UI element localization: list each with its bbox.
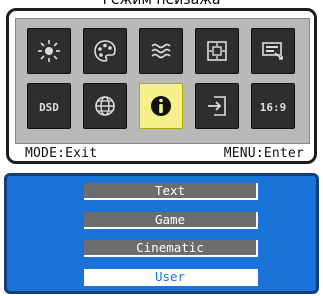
osd-main-panel: DSD 16:9 MODE:Exit MENU:Enter xyxy=(6,8,317,164)
noise-reduction-icon xyxy=(151,43,171,59)
tile-input[interactable] xyxy=(195,83,239,129)
footer-mode-exit: MODE:Exit xyxy=(25,146,98,161)
tile-color[interactable] xyxy=(83,28,127,74)
tile-dsd[interactable]: DSD xyxy=(27,83,71,129)
option-game[interactable]: Game xyxy=(84,212,258,229)
tile-noise[interactable] xyxy=(139,28,183,74)
dsd-icon: DSD xyxy=(39,101,59,114)
icon-grid: DSD 16:9 xyxy=(15,18,310,144)
globe-language-icon xyxy=(95,96,115,116)
tile-aspect-ratio[interactable]: 16:9 xyxy=(251,83,295,129)
color-palette-icon xyxy=(94,40,116,62)
tile-brightness[interactable] xyxy=(27,28,71,74)
input-source-icon xyxy=(208,96,226,116)
footer-menu-enter: MENU:Enter xyxy=(223,146,304,161)
tile-information[interactable] xyxy=(139,83,183,129)
svg-text:DSD: DSD xyxy=(39,101,59,114)
aspect-ratio-icon: 16:9 xyxy=(260,101,286,114)
option-cinematic[interactable]: Cinematic xyxy=(84,240,258,257)
tile-language[interactable] xyxy=(83,83,127,129)
osd-settings-icon xyxy=(262,42,283,60)
tile-position[interactable] xyxy=(195,28,239,74)
submenu-panel: Text Game Cinematic User xyxy=(4,173,319,294)
tile-osd[interactable] xyxy=(251,28,295,74)
info-icon xyxy=(151,96,171,116)
option-user[interactable]: User xyxy=(84,269,258,286)
brightness-icon xyxy=(38,40,60,62)
option-text[interactable]: Text xyxy=(84,183,258,200)
svg-text:16:9: 16:9 xyxy=(260,101,286,114)
picture-position-icon xyxy=(207,41,227,61)
